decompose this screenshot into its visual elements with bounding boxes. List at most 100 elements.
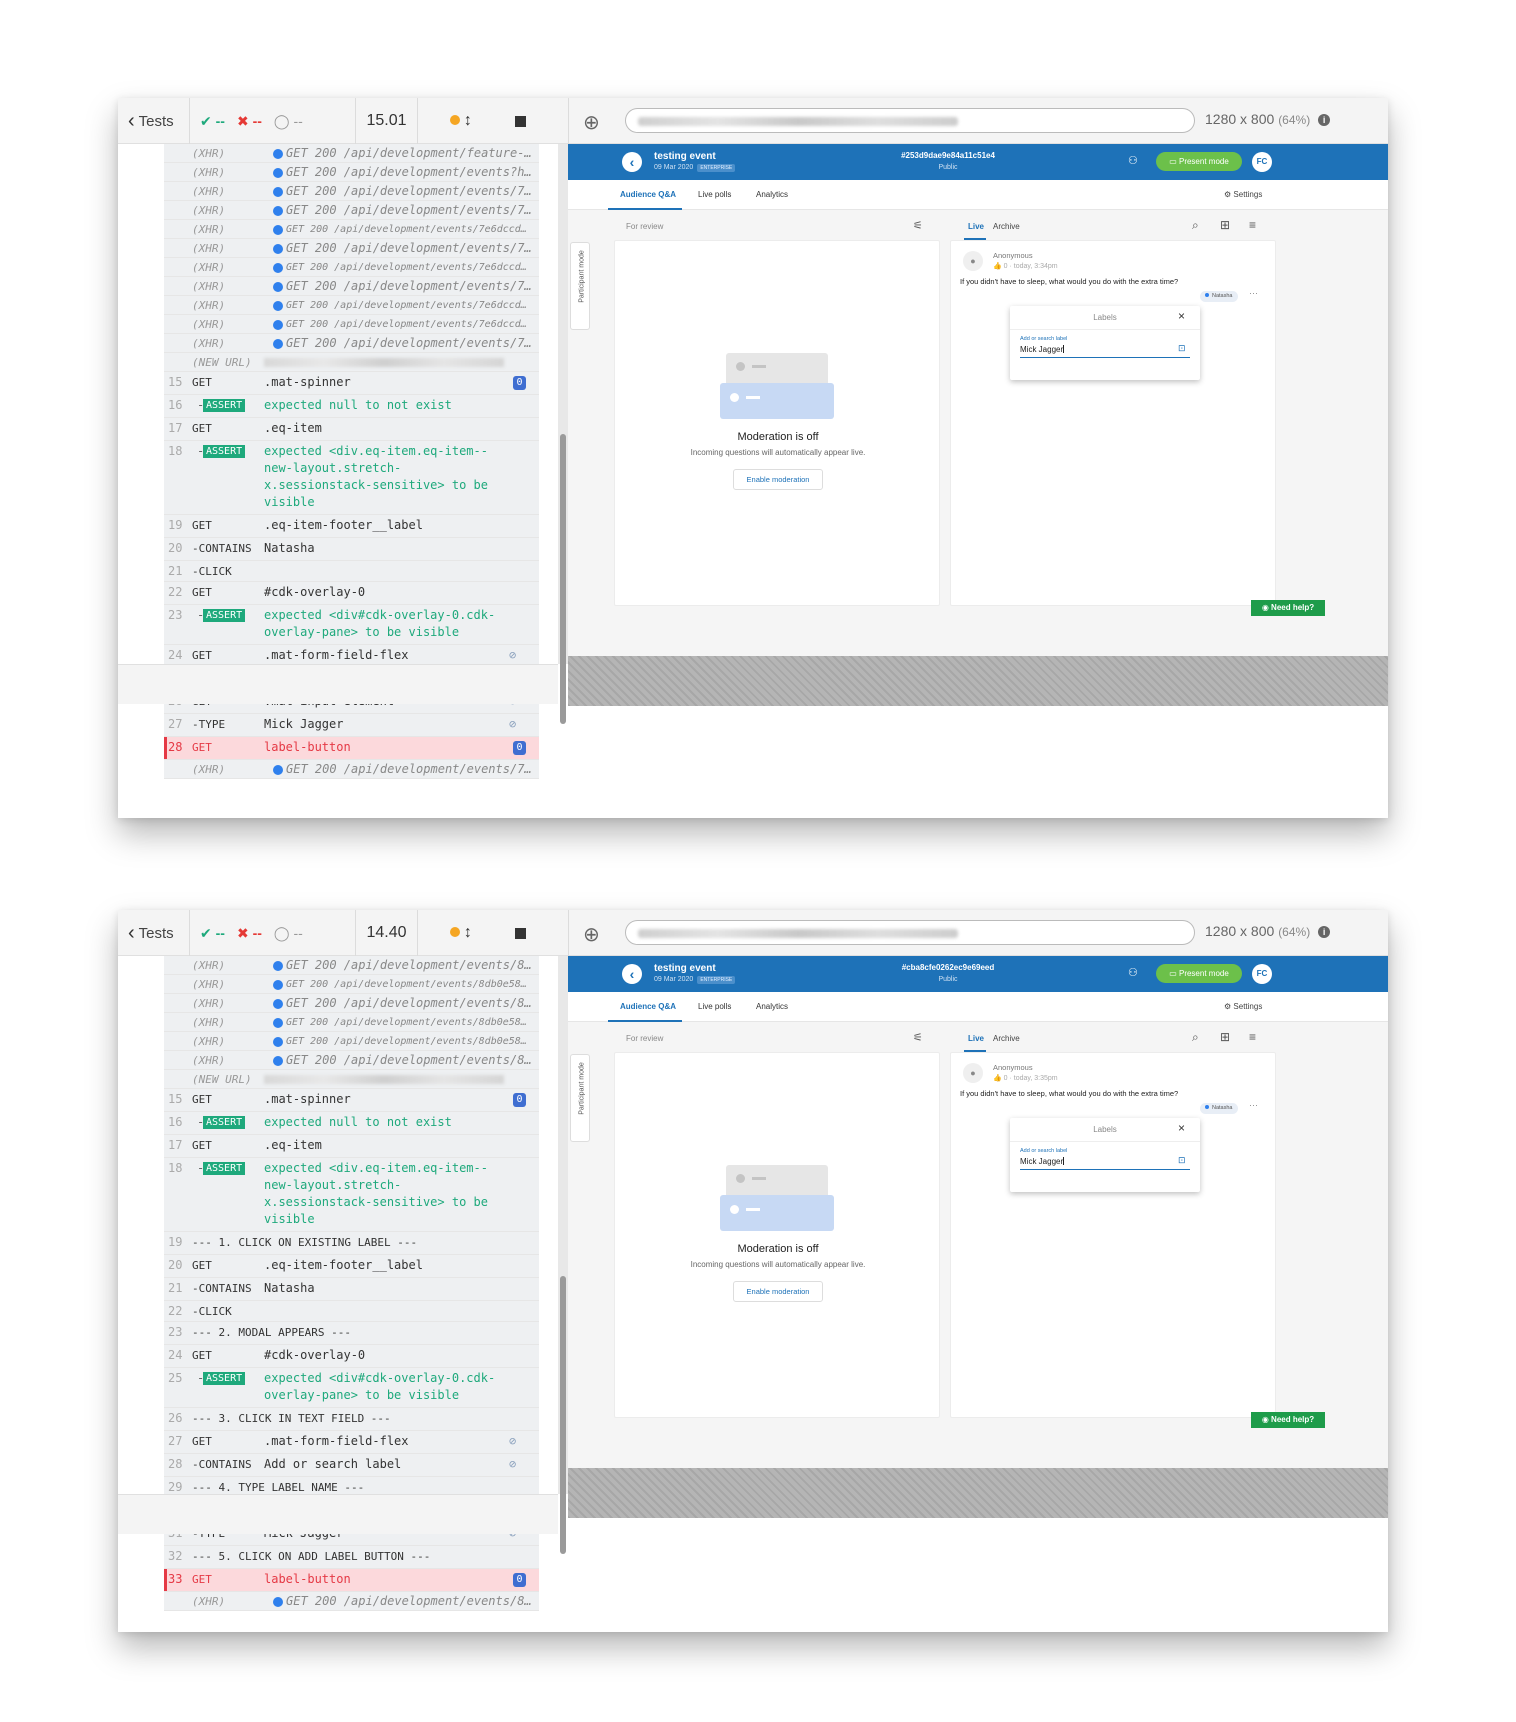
selector-playground-icon[interactable]: ⊕ [583,110,600,135]
xhr-row[interactable]: (XHR) GET 200 /api/development/events/7e6… [164,220,539,239]
people-icon[interactable]: ⚇ [1128,154,1138,167]
tab-archive[interactable]: Archive [993,1034,1020,1043]
tab-audience-qa[interactable]: Audience Q&A [620,190,676,199]
tab-live[interactable]: Live [968,222,984,231]
xhr-row[interactable]: (XHR) GET 200 /api/development/events?h… [164,163,539,182]
command-log-scrollbar[interactable] [558,144,568,724]
xhr-row[interactable]: (XHR) GET 200 /api/development/events/8… [164,994,539,1013]
auto-scroll-toggle[interactable]: ↕ [449,924,472,942]
xhr-row[interactable]: (XHR) GET 200 /api/development/events/7… [164,182,539,201]
xhr-row[interactable]: (XHR) GET 200 /api/development/events/8db… [164,1032,539,1051]
settings-button[interactable]: ⚙ Settings [1224,1002,1262,1011]
xhr-row[interactable]: (XHR) GET 200 /api/development/events/8db… [164,975,539,994]
tab-live-polls[interactable]: Live polls [698,1002,731,1011]
stop-button[interactable] [515,927,527,939]
xhr-row[interactable]: (XHR) GET 200 /api/development/events/7… [164,334,539,353]
close-icon[interactable]: × [1178,1121,1185,1135]
archive-box-icon[interactable]: ⊞ [1220,1030,1230,1044]
avatar[interactable]: FC [1252,964,1272,984]
xhr-row[interactable]: (XHR) GET 200 /api/development/events/7… [164,239,539,258]
label-input[interactable]: Mick Jagger [1020,1157,1065,1166]
enable-moderation-button[interactable]: Enable moderation [733,469,823,490]
command-row[interactable]: 21 -CLICK [164,561,539,582]
add-label-icon[interactable]: ⊡ [1178,1155,1186,1166]
more-icon[interactable]: ··· [1249,1100,1258,1110]
command-row[interactable]: 24 GET #cdk-overlay-0 [164,1345,539,1368]
command-row[interactable]: 19 GET .eq-item-footer__label [164,515,539,538]
xhr-row[interactable]: (XHR) GET 200 /api/development/events/8… [164,956,539,975]
add-label-icon[interactable]: ⊡ [1178,343,1186,354]
xhr-row[interactable]: (XHR) GET 200 /api/development/events/8db… [164,1013,539,1032]
new-url-row[interactable]: (NEW URL) [164,1070,539,1089]
people-icon[interactable]: ⚇ [1128,966,1138,979]
stop-button[interactable] [515,115,527,127]
auto-scroll-toggle[interactable]: ↕ [449,112,472,130]
scroll-thumb[interactable] [560,434,566,724]
search-icon[interactable]: ⌕ [1192,1030,1199,1045]
tests-back-button[interactable]: ‹ Tests [118,910,190,956]
tab-analytics[interactable]: Analytics [756,190,788,199]
command-row[interactable]: 17 GET .eq-item [164,1135,539,1158]
xhr-row[interactable]: (XHR) GET 200 /api/development/events/7e6… [164,296,539,315]
filter-icon[interactable]: ≡ [1249,1030,1256,1044]
info-icon[interactable]: i [1318,114,1331,126]
back-arrow-icon[interactable]: ‹ [622,152,642,172]
settings-button[interactable]: ⚙ Settings [1224,190,1262,199]
scroll-thumb[interactable] [560,1276,566,1554]
xhr-row[interactable]: (XHR) GET 200 /api/development/events/7… [164,277,539,296]
command-row[interactable]: 18- ASSERT expected <div.eq-item.eq-item--… [164,1158,539,1232]
xhr-row[interactable]: (XHR) GET 200 /api/development/events/7e6… [164,258,539,277]
xhr-row[interactable]: (XHR) GET 200 /api/development/events/7… [164,760,539,779]
command-row[interactable]: 15 GET .mat-spinner 0 [164,1089,539,1112]
command-row[interactable]: 23- ASSERT expected <div#cdk-overlay-0.cdk… [164,605,539,645]
label-input[interactable]: Mick Jagger [1020,345,1065,354]
info-icon[interactable]: i [1318,926,1331,938]
archive-box-icon[interactable]: ⊞ [1220,218,1230,232]
xhr-row[interactable]: (XHR) GET 200 /api/development/events/8… [164,1051,539,1070]
url-bar[interactable] [625,920,1195,945]
participant-mode-toggle[interactable]: Participant mode [570,242,590,330]
command-row[interactable]: 22 -CLICK [164,1301,539,1322]
tab-audience-qa[interactable]: Audience Q&A [620,1002,676,1011]
xhr-row[interactable]: (XHR) GET 200 /api/development/events/7… [164,201,539,220]
command-row[interactable]: 23 --- 2. MODAL APPEARS --- [164,1322,539,1345]
tab-analytics[interactable]: Analytics [756,1002,788,1011]
back-arrow-icon[interactable]: ‹ [622,964,642,984]
command-row[interactable]: 17 GET .eq-item [164,418,539,441]
filter-icon[interactable]: ≡ [1249,218,1256,232]
sliders-icon[interactable]: ⚟ [913,1031,923,1044]
command-row[interactable]: 33 GET label-button 0 [164,1569,539,1592]
command-row[interactable]: 27 GET .mat-form-field-flex ⊘ [164,1431,539,1454]
command-row[interactable]: 20 -CONTAINS Natasha [164,538,539,561]
search-icon[interactable]: ⌕ [1192,218,1199,233]
command-row[interactable]: 20 GET .eq-item-footer__label [164,1255,539,1278]
xhr-row[interactable]: (XHR) GET 200 /api/development/events/8… [164,1592,539,1611]
present-mode-button[interactable]: ▭ Present mode [1156,152,1242,171]
need-help-button[interactable]: ◉ Need help? [1251,600,1325,616]
tests-back-button[interactable]: ‹ Tests [118,98,190,144]
command-row[interactable]: 32 --- 5. CLICK ON ADD LABEL BUTTON --- [164,1546,539,1569]
more-icon[interactable]: ··· [1249,288,1258,298]
command-row[interactable]: 21 -CONTAINS Natasha [164,1278,539,1301]
command-log-scrollbar[interactable] [558,956,568,1554]
command-row[interactable]: 19 --- 1. CLICK ON EXISTING LABEL --- [164,1232,539,1255]
command-row[interactable]: 26 --- 3. CLICK IN TEXT FIELD --- [164,1408,539,1431]
command-row[interactable]: 27 -TYPE Mick Jagger ⊘ [164,714,539,737]
selector-playground-icon[interactable]: ⊕ [583,922,600,947]
tab-live[interactable]: Live [968,1034,984,1043]
need-help-button[interactable]: ◉ Need help? [1251,1412,1325,1428]
command-row[interactable]: 22 GET #cdk-overlay-0 [164,582,539,605]
new-url-row[interactable]: (NEW URL) [164,353,539,372]
xhr-row[interactable]: (XHR) GET 200 /api/development/feature-… [164,144,539,163]
close-icon[interactable]: × [1178,309,1185,323]
command-row[interactable]: 16- ASSERT expected null to not exist [164,395,539,418]
command-row[interactable]: 16- ASSERT expected null to not exist [164,1112,539,1135]
command-row[interactable]: 15 GET .mat-spinner 0 [164,372,539,395]
command-row[interactable]: 25- ASSERT expected <div#cdk-overlay-0.cdk… [164,1368,539,1408]
tab-live-polls[interactable]: Live polls [698,190,731,199]
enable-moderation-button[interactable]: Enable moderation [733,1281,823,1302]
xhr-row[interactable]: (XHR) GET 200 /api/development/events/7e6… [164,315,539,334]
question-label-chip[interactable]: Natasha [1200,1103,1238,1114]
command-row[interactable]: 28 GET label-button 0 [164,737,539,760]
command-row[interactable]: 28 -CONTAINS Add or search label ⊘ [164,1454,539,1477]
